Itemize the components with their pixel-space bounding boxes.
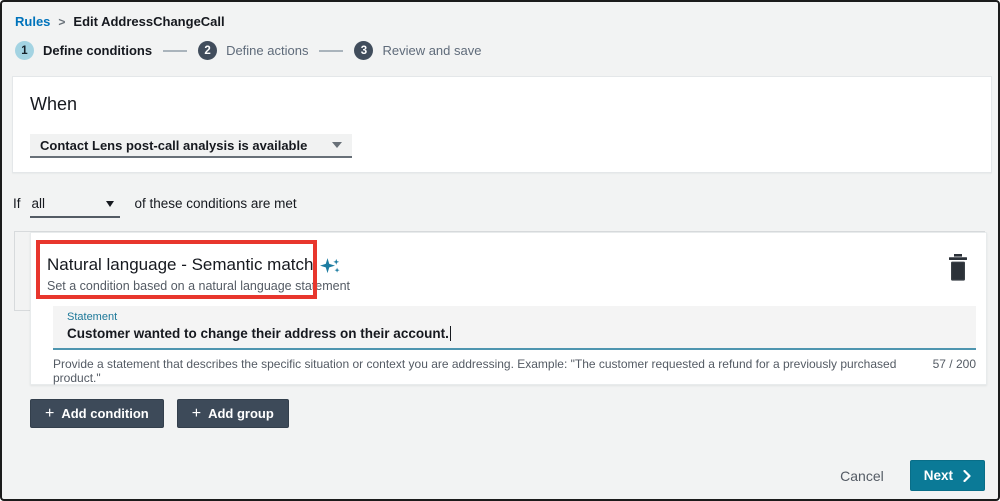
statement-helper-text: Provide a statement that describes the s… — [53, 357, 913, 385]
statement-input[interactable]: Statement Customer wanted to change thei… — [53, 306, 976, 350]
condition-card: Natural language - Semantic match Set a … — [30, 232, 987, 385]
add-group-button[interactable]: + Add group — [177, 399, 289, 428]
cancel-button[interactable]: Cancel — [840, 468, 884, 484]
chevron-down-icon — [106, 201, 114, 207]
trash-icon — [947, 254, 969, 282]
step-connector — [319, 50, 343, 52]
add-condition-button[interactable]: + Add condition — [30, 399, 164, 428]
step-connector — [163, 50, 187, 52]
event-trigger-dropdown[interactable]: Contact Lens post-call analysis is avail… — [30, 134, 352, 158]
next-button-label: Next — [924, 468, 953, 483]
add-group-button-label: Add group — [208, 406, 274, 421]
text-cursor — [450, 326, 451, 341]
step-number-badge: 2 — [198, 41, 217, 60]
step-label: Define conditions — [43, 43, 152, 58]
chevron-right-icon — [963, 470, 971, 482]
statement-input-value: Customer wanted to change their address … — [67, 326, 449, 341]
ai-sparkle-icon — [320, 256, 340, 276]
conditions-met-label: of these conditions are met — [135, 194, 297, 211]
conditions-match-row: If all of these conditions are met — [13, 194, 297, 218]
step-review-and-save[interactable]: 3 Review and save — [354, 41, 481, 60]
rules-editor-page: Rules > Edit AddressChangeCall 1 Define … — [0, 0, 1000, 501]
step-number-badge: 1 — [15, 41, 34, 60]
plus-icon: + — [45, 406, 54, 422]
add-condition-button-label: Add condition — [61, 406, 148, 421]
condition-type-subtitle: Set a condition based on a natural langu… — [47, 279, 350, 293]
event-trigger-dropdown-value: Contact Lens post-call analysis is avail… — [40, 138, 307, 153]
step-indicator: 1 Define conditions 2 Define actions 3 R… — [15, 41, 481, 60]
step-define-actions[interactable]: 2 Define actions — [198, 41, 308, 60]
breadcrumb-current-page: Edit AddressChangeCall — [73, 14, 224, 29]
match-type-dropdown-value: all — [32, 196, 46, 211]
chevron-down-icon — [332, 142, 342, 148]
match-type-dropdown[interactable]: all — [30, 194, 120, 218]
step-define-conditions[interactable]: 1 Define conditions — [15, 41, 152, 60]
add-buttons-row: + Add condition + Add group — [30, 399, 289, 428]
breadcrumb: Rules > Edit AddressChangeCall — [15, 14, 225, 29]
if-label: If — [13, 194, 21, 211]
plus-icon: + — [192, 406, 201, 422]
when-section-title: When — [30, 94, 77, 115]
step-label: Define actions — [226, 43, 308, 58]
breadcrumb-rules-link[interactable]: Rules — [15, 14, 50, 29]
character-counter: 57 / 200 — [933, 357, 976, 371]
next-button[interactable]: Next — [910, 460, 985, 491]
when-section-card: When Contact Lens post-call analysis is … — [12, 76, 992, 173]
breadcrumb-separator: > — [58, 15, 65, 29]
statement-input-label: Statement — [67, 311, 976, 323]
wizard-footer: Cancel Next — [840, 460, 985, 491]
condition-type-title: Natural language - Semantic match — [47, 255, 313, 275]
step-label: Review and save — [382, 43, 481, 58]
step-number-badge: 3 — [354, 41, 373, 60]
delete-condition-button[interactable] — [947, 254, 969, 282]
